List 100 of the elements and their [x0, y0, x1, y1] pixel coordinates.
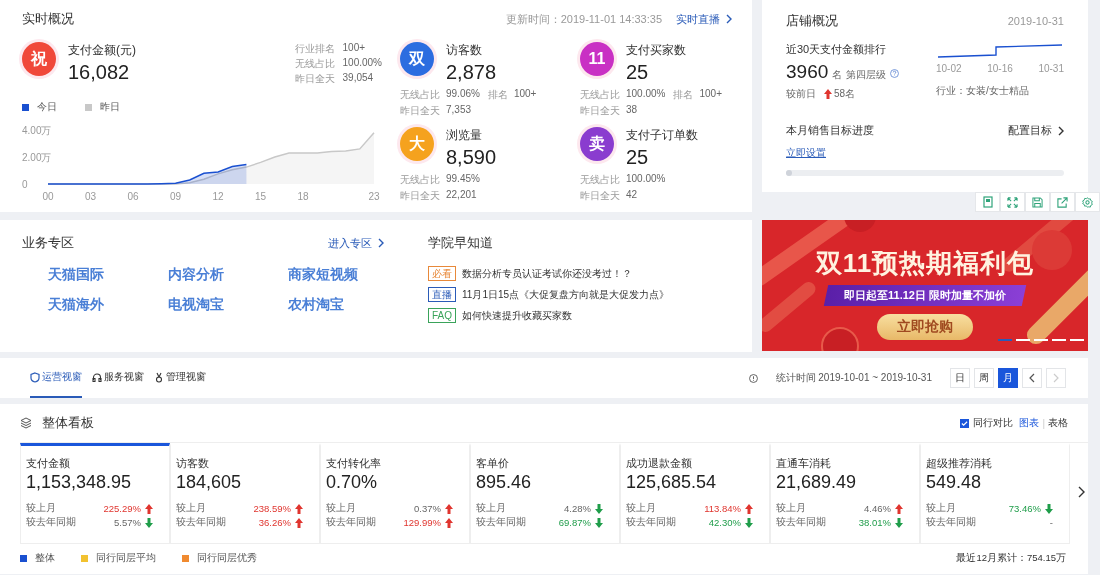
stat-value: 22,201: [446, 189, 477, 202]
stat-value: 38: [626, 104, 638, 117]
compare-label: 较去年同期: [926, 516, 976, 529]
metric-card[interactable]: 访客数 184,605 较上月 238.59% 较去年同期 36.26%: [170, 443, 320, 544]
compare-label: 较上月: [776, 502, 806, 515]
banner-subtitle: 即日起至11.12日 限时加量不加价: [823, 285, 1027, 306]
article-link[interactable]: 如何快速提升收藏买家数: [462, 308, 572, 323]
stat-label: 昨日全天: [294, 72, 335, 86]
metric-card[interactable]: 支付金额 1,153,348.95 较上月 225.29% 较去年同期 5.57%: [20, 443, 170, 544]
arrow-up-icon: [445, 517, 453, 528]
promo-banner[interactable]: 双11预热期福利包 即日起至11.12日 限时加量不加价 立即抢购: [762, 220, 1088, 351]
stat-label: 行业排名: [294, 42, 335, 56]
business-link[interactable]: 农村淘宝: [288, 296, 408, 314]
stat-label: 无线占比: [580, 88, 620, 102]
compare-value: 129.99%: [403, 517, 441, 528]
compare-label: 较去年同期: [476, 516, 526, 529]
metric-card[interactable]: 直通车消耗 21,689.49 较上月 4.46% 较去年同期 38.01%: [770, 443, 920, 544]
business-link[interactable]: 商家短视频: [288, 266, 408, 284]
legend-label: 同行同层优秀: [197, 552, 257, 565]
stat-label: 昨日全天: [400, 189, 440, 203]
business-link[interactable]: 天猫海外: [48, 296, 168, 314]
stat-label: 昨日全天: [580, 104, 620, 118]
arrow-up-icon: [445, 503, 453, 514]
enter-link[interactable]: 进入专区: [328, 235, 384, 251]
chevron-right-icon: [1053, 373, 1059, 383]
festival-badge: 卖: [580, 127, 614, 161]
compare-value: 69.87%: [558, 517, 591, 528]
date-label: 2019-10-31: [1007, 15, 1064, 27]
arrow-down-icon: [145, 517, 153, 528]
stat-label: 无线占比: [580, 173, 620, 187]
share-icon[interactable]: [1050, 192, 1075, 212]
chevron-right-icon: [726, 14, 732, 24]
article-link[interactable]: 数据分析专员认证考试你还没考过！？: [462, 266, 632, 281]
view-toggle[interactable]: 图表: [1019, 416, 1040, 430]
buy-now-button[interactable]: 立即抢购: [877, 314, 973, 340]
metric-card[interactable]: 超级推荐消耗 549.48 较上月 73.46% 较去年同期 -: [920, 443, 1070, 544]
metric-card[interactable]: 支付转化率 0.70% 较上月 0.37% 较去年同期 129.99%: [320, 443, 470, 544]
axis-label: 09: [170, 191, 182, 202]
legend-label: 同行同层平均: [96, 552, 156, 565]
configure-link[interactable]: 配置目标: [1008, 123, 1064, 138]
view-tab[interactable]: 运营视窗: [30, 358, 82, 398]
previous-button[interactable]: [1022, 368, 1042, 388]
stat-label: 无线占比: [400, 173, 440, 187]
tag: 必看: [428, 266, 456, 281]
tier-label: 第四层级: [846, 68, 887, 82]
arrow-up-icon: [295, 517, 303, 528]
legend-label: 今日: [37, 100, 57, 114]
section-title: 实时概况: [22, 10, 74, 28]
compare-value: 4.28%: [564, 503, 591, 514]
stat-value: 100+: [513, 88, 537, 101]
industry-label: 行业：女装/女士精品: [936, 84, 1030, 98]
business-link[interactable]: 内容分析: [168, 266, 288, 284]
business-link[interactable]: 电视淘宝: [168, 296, 288, 314]
medal-icon: [154, 371, 164, 383]
axis-label: 2.00万: [22, 152, 52, 163]
compare-value: 5.57%: [114, 517, 141, 528]
rank-label: 近30天支付金额排行: [786, 42, 888, 57]
compare-label: 较上月: [26, 502, 56, 515]
help-icon[interactable]: [890, 69, 900, 78]
compare-label: 较上月: [326, 502, 356, 515]
period-tab[interactable]: 周: [974, 368, 994, 388]
compare-value: 58名: [834, 87, 856, 101]
compare-label: 较去年同期: [776, 516, 826, 529]
stat-value: 39,054: [342, 72, 375, 85]
compare-value: 113.84%: [704, 503, 741, 514]
rank-value: 3960: [786, 61, 829, 83]
view-toggle[interactable]: 表格: [1048, 416, 1068, 430]
save-icon[interactable]: [1025, 192, 1050, 212]
metric-value: 1,153,348.95: [26, 472, 133, 493]
setup-link[interactable]: 立即设置: [786, 146, 826, 160]
metric-value: 21,689.49: [776, 472, 858, 493]
shield-icon: [30, 371, 40, 383]
article-link[interactable]: 11月1日15点《大促复盘方向就是大促发力点》: [462, 287, 670, 302]
metric-card[interactable]: 客单价 895.46 较上月 4.28% 较去年同期 69.87%: [470, 443, 620, 544]
tablet-icon[interactable]: [975, 192, 1000, 212]
layers-icon: [20, 417, 32, 429]
update-time: 更新时间：2019-11-01 14:33:35: [505, 11, 662, 27]
metric-card[interactable]: 成功退款金额 125,685.54 较上月 113.84% 较去年同期 42.30%: [620, 443, 770, 544]
period-tab[interactable]: 月: [998, 368, 1018, 388]
peer-compare-checkbox[interactable]: 同行对比: [960, 416, 1014, 430]
chevron-right-icon: [1058, 125, 1064, 136]
stat-value: 100+: [342, 42, 367, 55]
period-tab[interactable]: 日: [950, 368, 970, 388]
axis-label: 00: [42, 191, 54, 202]
metric-label: 超级推荐消耗: [926, 456, 993, 471]
checkmark-icon: [961, 419, 969, 427]
live-link[interactable]: 实时直播: [676, 11, 732, 27]
metric-label: 支付金额(元): [68, 42, 137, 59]
stat-period: 统计时间 2019-10-01 ~ 2019-10-31: [775, 371, 932, 385]
view-tab[interactable]: 服务视窗: [92, 358, 144, 398]
stat-value: 100+: [699, 88, 722, 101]
arrow-up-icon: [824, 89, 832, 99]
view-tab[interactable]: 管理视窗: [154, 358, 206, 398]
arrow-up-icon: [145, 503, 153, 514]
compare-value: 36.26%: [258, 517, 291, 528]
business-link[interactable]: 天猫国际: [48, 266, 168, 284]
settings-icon[interactable]: [1075, 192, 1100, 212]
section-title: 整体看板: [42, 414, 94, 432]
info-icon[interactable]: [748, 373, 758, 383]
expand-icon[interactable]: [1000, 192, 1025, 212]
